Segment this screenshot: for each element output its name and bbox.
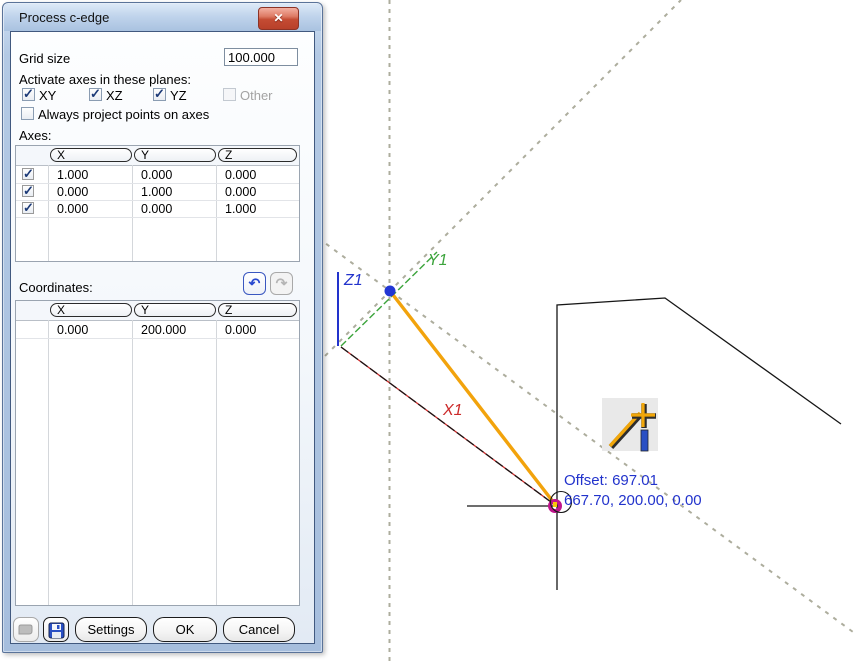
settings-button[interactable]: Settings	[75, 617, 147, 642]
coordinates-column-header-x[interactable]: X	[50, 303, 132, 317]
close-button[interactable]: ✕	[258, 7, 299, 30]
coordinates-row-1[interactable]: 0.000 200.000 0.000	[16, 321, 299, 339]
checkbox-other	[223, 88, 236, 101]
save-icon	[48, 622, 64, 639]
undo-icon: ↶	[248, 275, 261, 291]
axes-column-header-z[interactable]: Z	[218, 148, 297, 162]
axes-row-2[interactable]: 0.000 1.000 0.000	[16, 183, 299, 201]
dialog-titlebar[interactable]: Process c-edge ✕	[4, 4, 321, 31]
coordinates-section-label: Coordinates:	[19, 280, 93, 295]
redo-icon: ↷	[275, 275, 288, 291]
application-window: Z1 Y1 X1 Offset: 697.01 667.70, 200.00, …	[0, 0, 854, 661]
construction-line-y-direction	[317, 0, 682, 364]
axes-row-3[interactable]: 0.000 0.000 1.000	[16, 200, 299, 218]
axes-section-label: Axes:	[19, 128, 52, 143]
checkbox-xz[interactable]	[89, 86, 102, 102]
coordinates-table: X Y Z 0.000 200.000 0.000	[15, 300, 300, 606]
checkbox-yz[interactable]	[153, 86, 166, 102]
start-point-marker	[384, 285, 396, 297]
column-divider	[216, 320, 217, 605]
coordinates-column-header-y[interactable]: Y	[134, 303, 216, 317]
draw-edge-cursor-icon	[602, 398, 658, 452]
axes-row-1[interactable]: 1.000 0.000 0.000	[16, 166, 299, 184]
axes-cell[interactable]: 0.000	[225, 168, 256, 182]
grid-size-input[interactable]	[224, 48, 298, 66]
axes-row-3-checkbox[interactable]	[22, 200, 34, 216]
checkbox-xy-label: XY	[39, 88, 57, 103]
offset-readout-line1: Offset: 697.01	[564, 472, 658, 489]
checkbox-always-project[interactable]	[21, 107, 34, 120]
snap-point-center	[553, 502, 557, 507]
axes-cell[interactable]: 0.000	[57, 202, 88, 216]
save-settings-button[interactable]	[43, 617, 69, 642]
axes-row-2-checkbox[interactable]	[22, 183, 34, 199]
checkbox-yz-label: YZ	[170, 88, 187, 103]
checkbox-xy[interactable]	[22, 86, 35, 102]
ok-button[interactable]: OK	[153, 617, 217, 642]
column-divider	[132, 320, 133, 605]
coordinate-cell[interactable]: 0.000	[57, 323, 88, 337]
folder-icon	[18, 624, 33, 635]
checkbox-xz-label: XZ	[106, 88, 123, 103]
offset-readout-line2: 667.70, 200.00, 0.00	[564, 492, 702, 509]
activate-axes-label: Activate axes in these planes:	[19, 72, 191, 87]
axes-column-header-x[interactable]: X	[50, 148, 132, 162]
axes-cell[interactable]: 1.000	[225, 202, 256, 216]
coordinate-cell[interactable]: 200.000	[141, 323, 186, 337]
cancel-button[interactable]: Cancel	[223, 617, 295, 642]
axes-cell[interactable]: 1.000	[57, 168, 88, 182]
axes-cell[interactable]: 0.000	[141, 168, 172, 182]
coordinate-cell[interactable]: 0.000	[225, 323, 256, 337]
grid-size-label: Grid size	[19, 51, 71, 66]
dialog-title: Process c-edge	[19, 10, 110, 25]
axes-column-header-y[interactable]: Y	[134, 148, 216, 162]
undo-button[interactable]: ↶	[243, 272, 266, 295]
coordinates-column-header-z[interactable]: Z	[218, 303, 297, 317]
axes-cell[interactable]: 0.000	[141, 202, 172, 216]
load-settings-button	[13, 617, 39, 642]
axes-cell[interactable]: 0.000	[57, 185, 88, 199]
close-icon: ✕	[273, 11, 284, 25]
coordinates-table-header: X Y Z	[16, 301, 299, 321]
axis-y1-label: Y1	[428, 252, 448, 269]
axes-table-header: X Y Z	[16, 146, 299, 166]
redo-button: ↷	[270, 272, 293, 295]
axes-table: X Y Z 1.000 0.000 0.000 0.000 1.000	[15, 145, 300, 262]
dialog-process-c-edge: Process c-edge ✕ Grid size Activate axes…	[2, 2, 323, 653]
column-divider	[48, 320, 49, 605]
axes-cell[interactable]: 1.000	[141, 185, 172, 199]
dialog-body: Grid size Activate axes in these planes:…	[10, 31, 315, 644]
axis-z1-label: Z1	[343, 272, 363, 289]
rubber-band-edge	[388, 289, 556, 505]
checkbox-always-project-label: Always project points on axes	[38, 107, 210, 122]
checkbox-other-label: Other	[240, 88, 273, 103]
axis-x1-label: X1	[442, 402, 463, 419]
axes-row-1-checkbox[interactable]	[22, 166, 34, 182]
axes-cell[interactable]: 0.000	[225, 185, 256, 199]
part-edge-polyline[interactable]	[556, 297, 842, 590]
